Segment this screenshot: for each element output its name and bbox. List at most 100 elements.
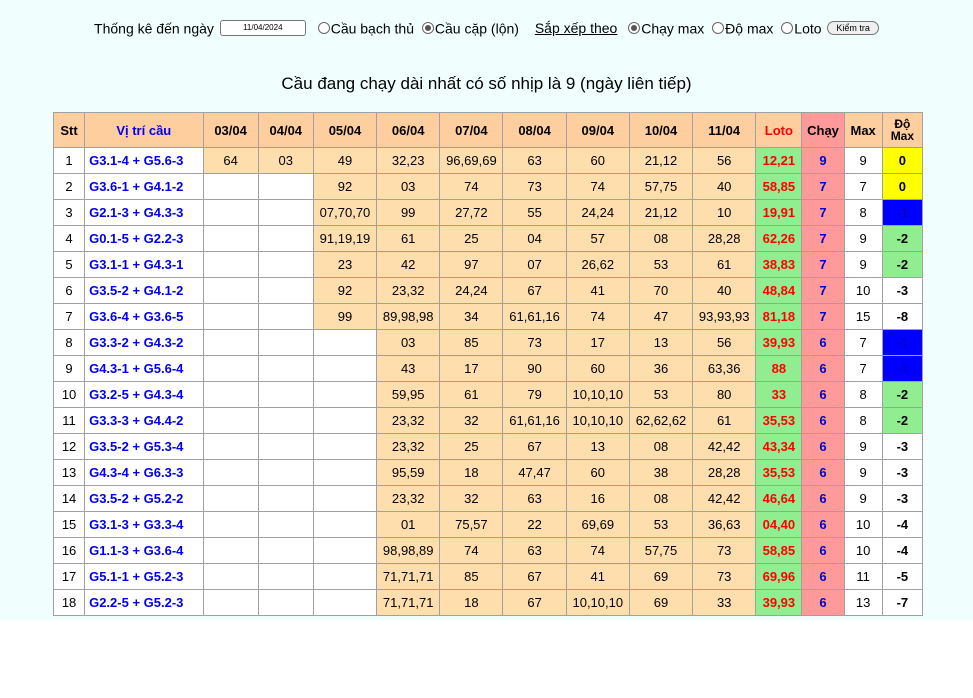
row-stt: 18: [52, 589, 86, 616]
table-row: 10 G3.2-5 + G4.3-4 59,95 61 79 10,10,10 53 80 33…: [52, 381, 924, 408]
header-max: Max: [843, 112, 883, 148]
table-row: 11 G3.3-3 + G4.4-2 23,32 32 61,61,16 10,10,10…: [52, 407, 924, 434]
row-day-value: [257, 251, 314, 278]
row-vi-tri-link[interactable]: G4.3-1 + G5.6-4: [84, 355, 204, 382]
row-vi-tri-link[interactable]: G5.1-1 + G5.2-3: [84, 563, 204, 590]
sort-loto-label[interactable]: Loto: [794, 20, 821, 36]
row-chay: 6: [801, 355, 845, 382]
row-vi-tri-link[interactable]: G3.6-4 + G3.6-5: [84, 303, 204, 330]
row-stt: 4: [52, 225, 86, 252]
row-vi-tri-link[interactable]: G0.1-5 + G2.2-3: [84, 225, 204, 252]
row-vi-tri-link[interactable]: G3.5-2 + G5.2-2: [84, 485, 204, 512]
row-day-value: [202, 485, 259, 512]
row-day-value: 61: [692, 251, 757, 278]
row-chay: 7: [801, 303, 845, 330]
row-day-value: [312, 407, 378, 434]
row-day-value: 34: [439, 303, 504, 330]
row-day-value: [312, 355, 378, 382]
row-chay: 6: [801, 433, 845, 460]
row-day-value: [202, 407, 259, 434]
header-day: 07/04: [439, 112, 504, 148]
row-chay: 9: [801, 147, 845, 174]
sort-loto-radio[interactable]: [781, 22, 794, 35]
row-day-value: [257, 225, 314, 252]
row-vi-tri-link[interactable]: G2.2-5 + G5.2-3: [84, 589, 204, 616]
row-chay: 6: [801, 459, 845, 486]
sort-chay-max-radio[interactable]: [628, 22, 641, 35]
row-day-value: 23,32: [376, 433, 441, 460]
row-max: 7: [843, 329, 883, 356]
row-day-value: 71,71,71: [376, 563, 441, 590]
row-day-value: [257, 173, 314, 200]
row-day-value: [202, 173, 259, 200]
row-vi-tri-link[interactable]: G3.5-2 + G5.3-4: [84, 433, 204, 460]
row-vi-tri-link[interactable]: G3.1-3 + G3.3-4: [84, 511, 204, 538]
row-day-value: 42,42: [692, 433, 757, 460]
row-day-value: 73: [502, 173, 567, 200]
controls-bar: Thống kê đến ngày 11/04/2024 Cầu bạch th…: [0, 19, 973, 37]
row-vi-tri-link[interactable]: G1.1-3 + G3.6-4: [84, 537, 204, 564]
row-day-value: 67: [502, 563, 567, 590]
row-vi-tri-link[interactable]: G3.1-1 + G4.3-1: [84, 251, 204, 278]
cau-cap-radio[interactable]: [421, 22, 434, 35]
table-row: 2 G3.6-1 + G4.1-2 92 03 74 73 74 57,75 40 58,85 7 7…: [52, 173, 924, 200]
row-max: 8: [843, 199, 883, 226]
row-vi-tri-link[interactable]: G3.2-5 + G4.3-4: [84, 381, 204, 408]
row-day-value: 64: [202, 147, 259, 174]
row-day-value: 21,12: [628, 199, 694, 226]
sort-do-max-label[interactable]: Độ max: [725, 20, 773, 36]
row-day-value: 23,32: [376, 485, 441, 512]
sort-do-max-radio[interactable]: [712, 22, 725, 35]
table-row: 1 G3.1-4 + G5.6-3 64 03 49 32,23 96,69,69 63 60 2…: [52, 147, 924, 174]
table-row: 3 G2.1-3 + G4.3-3 07,70,70 99 27,72 55 24,24 21…: [52, 199, 924, 226]
header-loto: Loto: [755, 112, 803, 148]
date-input[interactable]: 11/04/2024: [219, 20, 306, 37]
row-vi-tri-link[interactable]: G3.1-4 + G5.6-3: [84, 147, 204, 174]
row-chay: 6: [801, 329, 845, 356]
row-loto: 38,83: [755, 251, 803, 278]
row-loto: 35,53: [755, 407, 803, 434]
row-day-value: 67: [502, 277, 567, 304]
row-day-value: 21,12: [628, 147, 694, 174]
row-stt: 9: [52, 355, 86, 382]
row-day-value: [312, 537, 378, 564]
row-vi-tri-link[interactable]: G3.3-3 + G4.4-2: [84, 407, 204, 434]
row-day-value: 18: [439, 459, 504, 486]
row-day-value: 60: [565, 147, 630, 174]
row-stt: 14: [52, 485, 86, 512]
row-vi-tri-link[interactable]: G3.6-1 + G4.1-2: [84, 173, 204, 200]
row-day-value: 36,63: [692, 511, 757, 538]
cau-bach-thu-radio[interactable]: [317, 22, 330, 35]
row-day-value: [257, 303, 314, 330]
row-max: 9: [843, 225, 883, 252]
row-day-value: 25: [439, 225, 504, 252]
check-button[interactable]: Kiểm tra: [827, 21, 879, 36]
row-day-value: [202, 355, 259, 382]
row-day-value: 47,47: [502, 459, 567, 486]
row-day-value: 17: [439, 355, 504, 382]
header-day: 04/04: [257, 112, 314, 148]
row-day-value: 73: [502, 329, 567, 356]
date-label: Thống kê đến ngày: [94, 20, 214, 37]
row-vi-tri-link[interactable]: G3.3-2 + G4.3-2: [84, 329, 204, 356]
header-do-max: Độ Max: [881, 112, 924, 148]
row-day-value: 13: [565, 433, 630, 460]
sort-chay-max-label[interactable]: Chạy max: [641, 20, 704, 36]
row-stt: 3: [52, 199, 86, 226]
row-max: 15: [843, 303, 883, 330]
row-day-value: 27,72: [439, 199, 504, 226]
cau-bach-thu-label[interactable]: Cầu bạch thủ: [331, 20, 414, 36]
row-vi-tri-link[interactable]: G4.3-4 + G6.3-3: [84, 459, 204, 486]
row-vi-tri-link[interactable]: G2.1-3 + G4.3-3: [84, 199, 204, 226]
row-chay: 7: [801, 251, 845, 278]
row-day-value: 03: [257, 147, 314, 174]
row-vi-tri-link[interactable]: G3.5-2 + G4.1-2: [84, 277, 204, 304]
row-day-value: 53: [628, 251, 694, 278]
page-title: Cầu đang chạy dài nhất có số nhịp là 9 (…: [281, 74, 692, 93]
row-day-value: [257, 355, 314, 382]
row-day-value: 74: [565, 173, 630, 200]
row-day-value: [202, 225, 259, 252]
row-day-value: 03: [376, 173, 441, 200]
row-day-value: 28,28: [692, 225, 757, 252]
cau-cap-label[interactable]: Cầu cặp (lộn): [435, 20, 519, 36]
